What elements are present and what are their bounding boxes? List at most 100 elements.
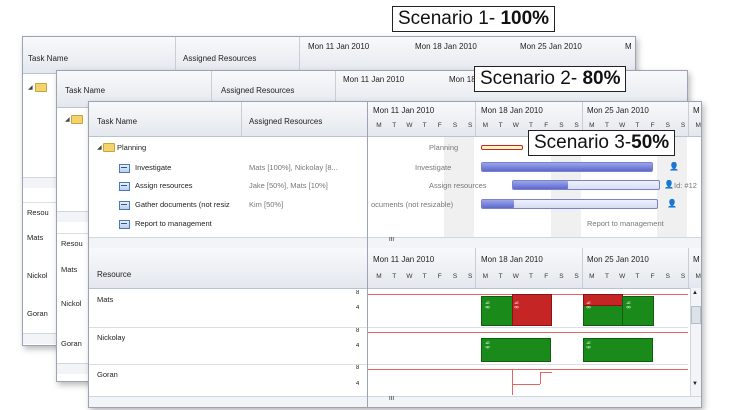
scroll-up-arrow[interactable]: ▲ bbox=[692, 290, 698, 296]
day-label: W bbox=[512, 273, 519, 280]
scrollbar-thumb[interactable] bbox=[691, 306, 701, 324]
resource-name: Goran bbox=[61, 339, 82, 348]
scrollbar-thumb[interactable]: III bbox=[389, 396, 394, 402]
day-label: T bbox=[635, 273, 640, 280]
week-label: Mon 11 Jan 2010 bbox=[308, 42, 370, 51]
day-label: F bbox=[650, 273, 655, 280]
scrollbar-thumb[interactable]: III bbox=[389, 237, 394, 243]
resource-icon: 👤 bbox=[667, 199, 677, 208]
week-label: Mon 25 Jan 2010 bbox=[587, 106, 649, 115]
task-name[interactable]: Planning bbox=[117, 143, 146, 152]
gantt-label: Report to management bbox=[587, 219, 664, 228]
week-label: M bbox=[693, 106, 700, 115]
week-label: Mon 25 Jan 2010 bbox=[520, 42, 582, 51]
scenario-3-text: Scenario 3- bbox=[534, 132, 632, 153]
day-label: M bbox=[376, 122, 382, 129]
hours-label: 8 h bbox=[485, 301, 492, 309]
week-label: M bbox=[625, 42, 632, 51]
day-label: M bbox=[482, 122, 489, 129]
day-label: M bbox=[695, 273, 701, 280]
folder-icon bbox=[71, 115, 83, 124]
gantt-scrollbar[interactable] bbox=[368, 237, 701, 248]
day-label: F bbox=[544, 122, 549, 129]
day-label: T bbox=[392, 273, 397, 280]
axis-tick: 8 bbox=[356, 328, 360, 334]
resource-icon: 👤 bbox=[664, 180, 674, 189]
gantt-label: ocuments (not resizable) bbox=[371, 200, 454, 209]
day-label: T bbox=[605, 122, 609, 129]
resource-name[interactable]: Goran bbox=[97, 370, 118, 379]
day-label: M bbox=[695, 122, 701, 129]
folder-icon bbox=[103, 143, 115, 152]
axis-tick: 4 bbox=[356, 381, 360, 387]
week-label: Mon 18 Jan 2010 bbox=[481, 106, 543, 115]
axis-tick: 4 bbox=[356, 305, 360, 311]
hours-label: 6 h bbox=[586, 341, 593, 349]
day-label: T bbox=[422, 122, 427, 129]
task-name[interactable]: Report to management bbox=[135, 219, 239, 228]
axis-tick: 4 bbox=[356, 343, 360, 349]
resource-timeline-scrollbar[interactable] bbox=[368, 396, 701, 407]
expand-icon[interactable]: ◢ bbox=[65, 116, 70, 123]
task-name-header[interactable]: Task Name bbox=[28, 54, 68, 63]
day-label: F bbox=[437, 273, 442, 280]
task-name-header[interactable]: Task Name bbox=[97, 117, 137, 126]
resource-name: Nickol bbox=[27, 271, 48, 280]
task-resources[interactable]: Jake [50%], Mats [10%] bbox=[249, 181, 365, 190]
day-label: T bbox=[605, 273, 609, 280]
task-resources[interactable]: Kim [50%] bbox=[249, 200, 365, 209]
scenario-3-percent: 50% bbox=[631, 132, 670, 153]
task-name[interactable]: Investigate bbox=[135, 163, 239, 172]
task-bar[interactable] bbox=[481, 162, 653, 172]
day-label: T bbox=[529, 122, 533, 129]
folder-icon bbox=[35, 83, 47, 92]
task-name-header[interactable]: Task Name bbox=[65, 86, 105, 95]
day-label: T bbox=[392, 122, 397, 129]
vertical-scrollbar[interactable] bbox=[690, 288, 701, 396]
resource-name[interactable]: Nickolay bbox=[97, 333, 125, 342]
hours-label: 8 h bbox=[626, 301, 633, 309]
resource-header[interactable]: Resource bbox=[97, 270, 131, 279]
scroll-down-arrow[interactable]: ▼ bbox=[692, 381, 698, 387]
day-label: F bbox=[544, 273, 549, 280]
axis-tick: 8 bbox=[356, 365, 360, 371]
day-label: S bbox=[665, 122, 670, 129]
hours-label: 6 h bbox=[485, 341, 492, 349]
resource-name[interactable]: Mats bbox=[97, 295, 113, 304]
task-bar[interactable] bbox=[481, 199, 658, 209]
day-label: W bbox=[619, 273, 626, 280]
allocation-bar bbox=[622, 296, 654, 326]
day-label: F bbox=[437, 122, 442, 129]
resource-header: Resou bbox=[27, 208, 49, 217]
week-label: Mon 11 Jan 2010 bbox=[343, 75, 405, 84]
task-grid-scrollbar[interactable] bbox=[89, 237, 367, 248]
week-label: Mon 18 Jan 2010 bbox=[481, 255, 543, 264]
task-name[interactable]: Gather documents (not resiz bbox=[135, 200, 239, 209]
axis-tick: 8 bbox=[356, 290, 360, 296]
day-label: W bbox=[406, 122, 413, 129]
assigned-resources-header[interactable]: Assigned Resources bbox=[183, 54, 256, 63]
resource-icon: 👤 bbox=[669, 162, 679, 171]
task-icon bbox=[119, 201, 130, 210]
task-name[interactable]: Assign resources bbox=[135, 181, 239, 190]
scenario-2-percent: 80% bbox=[582, 68, 621, 89]
task-resources[interactable]: Mats [100%], Nickolay [8... bbox=[249, 163, 365, 172]
week-label: M bbox=[693, 255, 700, 264]
task-bar[interactable] bbox=[512, 180, 660, 190]
resource-grid-scrollbar[interactable] bbox=[89, 396, 367, 407]
day-label: S bbox=[468, 122, 473, 129]
assigned-resources-header[interactable]: Assigned Resources bbox=[249, 117, 322, 126]
day-label: S bbox=[680, 273, 686, 280]
expand-icon[interactable]: ◢ bbox=[97, 144, 102, 151]
hours-label: 8 h bbox=[586, 301, 593, 309]
day-label: S bbox=[559, 273, 564, 280]
day-label: T bbox=[498, 273, 503, 280]
resource-name: Nickol bbox=[61, 299, 82, 308]
summary-bar[interactable] bbox=[481, 145, 523, 150]
day-label: W bbox=[512, 122, 519, 129]
scenario-1-label: Scenario 1- 100% bbox=[392, 6, 556, 32]
hours-label: 8 h bbox=[514, 301, 521, 309]
expand-icon[interactable]: ◢ bbox=[28, 84, 33, 91]
day-label: M bbox=[482, 273, 489, 280]
assigned-resources-header[interactable]: Assigned Resources bbox=[221, 86, 294, 95]
